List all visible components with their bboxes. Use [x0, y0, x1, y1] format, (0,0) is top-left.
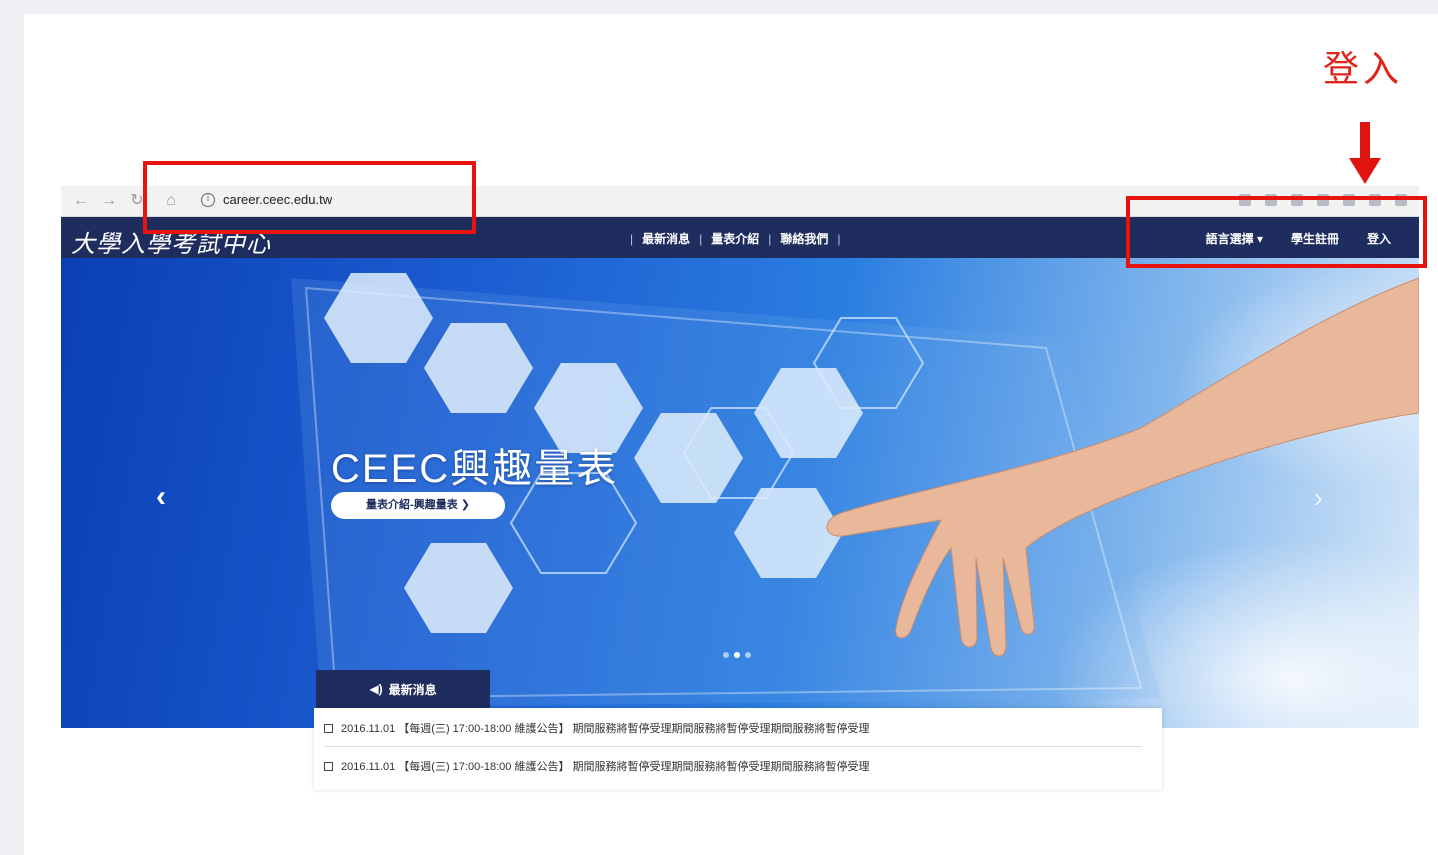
annotation-arrow-down-icon	[1349, 122, 1381, 184]
list-item[interactable]: 2016.11.01 【每週(三) 17:00-18:00 維護公告】 期間服務…	[324, 748, 1142, 784]
hero-title: CEEC興趣量表	[331, 447, 619, 491]
news-item-text: 2016.11.01 【每週(三) 17:00-18:00 維護公告】 期間服務…	[341, 761, 870, 773]
bullet-square-icon	[324, 761, 333, 771]
menu-item-contact[interactable]: 聯絡我們	[780, 230, 828, 247]
menu-item-news[interactable]: 最新消息	[642, 230, 690, 247]
hero-carousel: CEEC興趣量表 量表介紹-興趣量表 ❯ ‹ ›	[61, 258, 1419, 728]
annotation-box-login-area	[1126, 196, 1427, 268]
carousel-dot[interactable]	[745, 652, 751, 658]
back-icon[interactable]: ←	[71, 191, 91, 211]
annotation-box-url	[143, 161, 476, 234]
carousel-dot[interactable]	[723, 652, 729, 658]
news-list: 2016.11.01 【每週(三) 17:00-18:00 維護公告】 期間服務…	[314, 708, 1162, 790]
news-item-text: 2016.11.01 【每週(三) 17:00-18:00 維護公告】 期間服務…	[341, 723, 870, 735]
chevron-right-icon[interactable]: ›	[1314, 482, 1323, 514]
list-item[interactable]: 2016.11.01 【每週(三) 17:00-18:00 維護公告】 期間服務…	[324, 710, 1142, 747]
main-menu: | 最新消息 | 量表介紹 | 聯絡我們 |	[630, 230, 841, 247]
menu-item-about-scale[interactable]: 量表介紹	[711, 230, 759, 247]
chevron-left-icon[interactable]: ‹	[156, 480, 166, 514]
carousel-indicators	[723, 652, 751, 658]
news-tab-label: 最新消息	[388, 682, 437, 697]
carousel-dot-active[interactable]	[734, 652, 740, 658]
news-tab[interactable]: ◀) 最新消息	[316, 670, 490, 708]
speaker-icon: ◀)	[369, 682, 383, 696]
bullet-square-icon	[324, 723, 333, 733]
hero-cta-button[interactable]: 量表介紹-興趣量表 ❯	[331, 492, 505, 519]
forward-icon[interactable]: →	[99, 191, 119, 211]
annotation-login-label: 登入	[1323, 49, 1404, 90]
